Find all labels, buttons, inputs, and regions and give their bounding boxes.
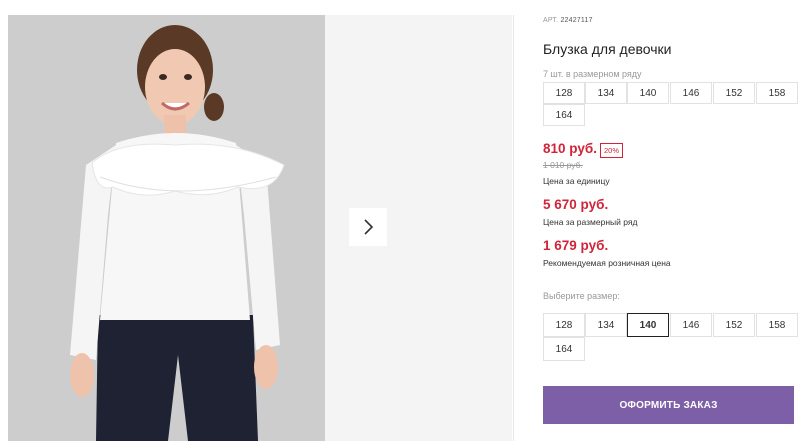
pack-size-cell: 158: [756, 82, 798, 104]
chevron-right-icon: [364, 219, 374, 235]
sku-value: 22427117: [560, 17, 593, 24]
pack-size-cell: 128: [543, 82, 585, 104]
product-gallery: [8, 15, 512, 441]
retail-price: 1 679 руб.: [543, 238, 609, 253]
size-option-selected[interactable]: 140: [627, 313, 669, 337]
unit-price-label: Цена за единицу: [543, 176, 610, 186]
pack-price: 5 670 руб.: [543, 197, 609, 212]
pack-size-cell: 140: [627, 82, 669, 104]
choose-size-label: Выберите размер:: [543, 291, 620, 301]
pack-note: 7 шт. в размерном ряду: [543, 69, 642, 79]
size-option[interactable]: 152: [713, 313, 755, 337]
size-option[interactable]: 158: [756, 313, 798, 337]
sku-label: АРТ.: [543, 17, 559, 24]
old-price: 1 010 руб.: [543, 160, 583, 170]
order-button[interactable]: ОФОРМИТЬ ЗАКАЗ: [543, 386, 794, 424]
size-option[interactable]: 164: [543, 337, 585, 361]
gallery-next-button[interactable]: [349, 208, 387, 246]
pack-price-label: Цена за размерный ряд: [543, 217, 638, 227]
pack-size-cell: 134: [585, 82, 627, 104]
product-title: Блузка для девочки: [543, 41, 672, 57]
product-photo[interactable]: [8, 15, 325, 441]
sku: АРТ. 22427117: [543, 17, 593, 24]
pack-size-cell: 152: [713, 82, 755, 104]
discount-badge: 20%: [600, 143, 624, 158]
size-option[interactable]: 146: [670, 313, 712, 337]
pack-size-cell: 164: [543, 104, 585, 126]
product-photo-illustration: [8, 15, 325, 441]
column-divider: [513, 15, 514, 441]
retail-price-label: Рекомендуемая розничная цена: [543, 258, 671, 268]
pack-size-cell: 146: [670, 82, 712, 104]
size-option[interactable]: 128: [543, 313, 585, 337]
unit-price: 810 руб.: [543, 141, 597, 156]
size-option[interactable]: 134: [585, 313, 627, 337]
